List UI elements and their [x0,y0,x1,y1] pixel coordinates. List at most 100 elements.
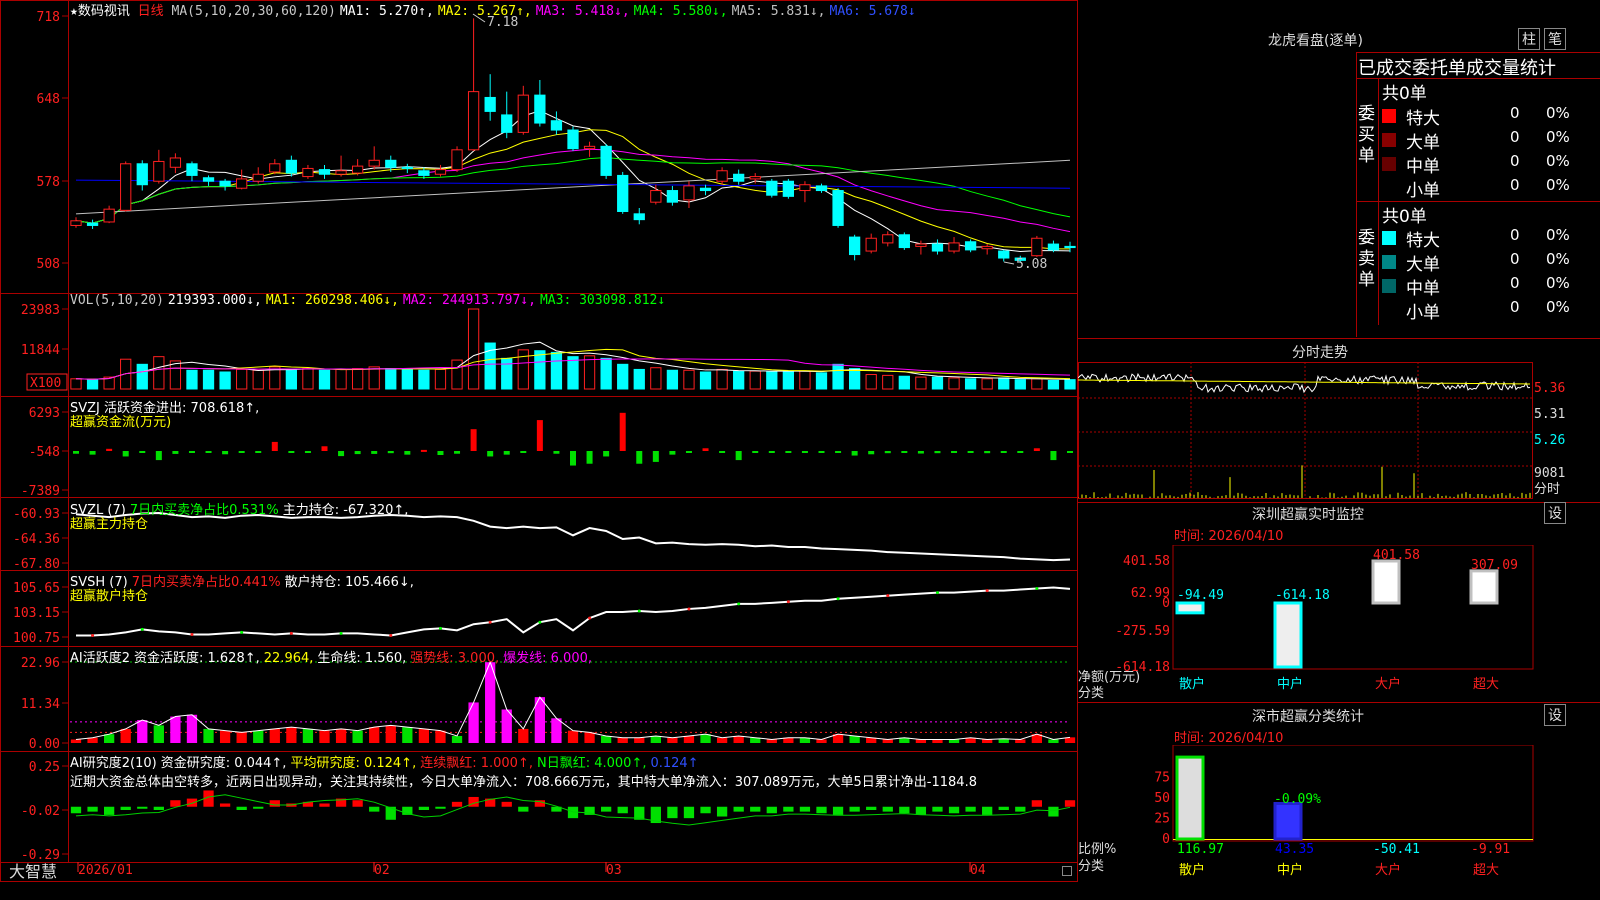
order-percent: 0% [1546,104,1570,122]
research-bar [683,806,695,819]
candle-body [86,222,99,226]
candlesticks [70,18,1076,263]
lock-icon[interactable] [1062,866,1072,876]
activity-bar [402,727,413,743]
fund-flow-bar [106,448,113,451]
fund-flow-bar [603,451,610,457]
candle-body [799,184,811,192]
y-tick-label: -60.93 [13,507,60,522]
fund-flow-bar [321,446,328,451]
candle-body [501,114,513,133]
candle-body [186,163,198,176]
star-icon[interactable]: ★ [70,4,78,19]
y-tick-label: 0 [1162,832,1170,847]
y-tick-label: 50 [1154,791,1170,806]
candle-body [236,178,248,189]
sz-classify-settings-button[interactable]: 设 [1544,704,1566,726]
divider [1078,338,1600,339]
svzj-subtitle: 超赢资金流(万元) [70,415,172,430]
candle-body [534,94,546,124]
research-bar [700,806,711,814]
value-label: 43.35 [1275,842,1314,857]
research-bar [103,806,115,815]
value-label: 116.97 [1177,842,1224,857]
tick-mode-button[interactable]: 笔 [1544,28,1566,50]
order-row: 小单 0 0% [1382,176,1600,201]
retail-marker [737,602,741,606]
y-tick-label: 103.15 [13,606,60,621]
volume-bar [219,371,231,390]
volume-bar [368,366,380,390]
fund-flow-bar [868,451,875,455]
intraday-avg-line [1078,379,1530,385]
color-swatch [1382,109,1396,123]
fund-flow-bar [188,451,195,453]
divider [1078,502,1600,503]
value-label: -50.41 [1373,842,1420,857]
candle-body [451,149,463,171]
candle-body [70,220,82,226]
activity-bar [219,730,231,743]
date-label-apr: 04 [970,863,986,878]
order-count: 0 [1510,128,1520,146]
activity-bar [153,725,164,743]
kline-chart-area[interactable]: 718 648 578 508 23983 11844 X100 6293 -548 -7389 -… [0,0,1078,882]
volume-bar [318,369,331,390]
sz-monitor-chart: 401.5862.990-275.59-614.18-94.49散户-614.1… [1115,545,1534,692]
order-row: 特大 0 0% [1382,226,1600,251]
intraday-chart[interactable]: 5.36 5.31 5.26 9081 分时 [1078,362,1600,502]
research-bar [849,806,860,812]
order-percent: 0% [1546,298,1570,316]
fund-flow-bar [1000,451,1007,453]
volume-bar [964,378,977,390]
activity-bar [716,737,728,743]
fund-flow-bar [702,448,709,451]
bar-mode-button[interactable]: 柱 [1518,28,1540,50]
header-item: 7日内买卖净占比0.531% [129,503,279,518]
fund-flow-bar [884,451,891,454]
sz-monitor-settings-button[interactable]: 设 [1544,502,1566,524]
retail-marker [538,620,542,624]
buy-total: 共0单 [1382,84,1427,104]
buy-orders-label: 委买单 [1358,104,1375,166]
order-row: 中单 0 0% [1382,274,1600,299]
research-bar [899,806,910,814]
intraday-vol-tick: 9081 [1534,466,1565,481]
order-count: 0 [1510,152,1520,170]
candle-body [202,177,215,182]
candle-body [550,120,563,131]
value-label: -9.91 [1471,842,1510,857]
fund-flow-bar [685,451,692,453]
fund-flow-bar [371,451,378,454]
header-item: 散户持仓: 105.466↓, [284,575,414,590]
header-item: AI活跃度2 [70,651,130,666]
candle-body [600,145,612,176]
volume-bar [434,368,447,390]
order-row: 大单 0 0% [1382,250,1600,275]
candle-body [401,166,413,169]
retail-marker [91,633,95,637]
value-label: -94.49 [1177,588,1224,603]
research-bar [948,806,960,814]
candle-body [1047,243,1060,251]
activity-bar [766,739,777,743]
period-label[interactable]: 日线 [138,4,164,19]
fund-flow-bar [271,441,278,451]
volume-bar [70,378,82,390]
retail-marker [886,594,890,598]
retail-holding-line [76,586,1071,637]
fund-flow-bar [89,451,96,455]
candle-body [716,170,728,182]
volume-bar [799,370,811,390]
volume-bar [633,368,645,390]
volume-bar [385,368,397,390]
research-bar [518,806,529,812]
fund-flow-bar [404,451,411,455]
header-item: MA2: 244913.797↓, [402,293,536,308]
candle-body [120,163,132,211]
research-bar [319,803,330,807]
brand-logo: 大智慧 [8,862,57,881]
category-bar [1469,569,1499,605]
intraday-vol-unit: 分时 [1534,482,1560,497]
candle-body [832,190,844,226]
